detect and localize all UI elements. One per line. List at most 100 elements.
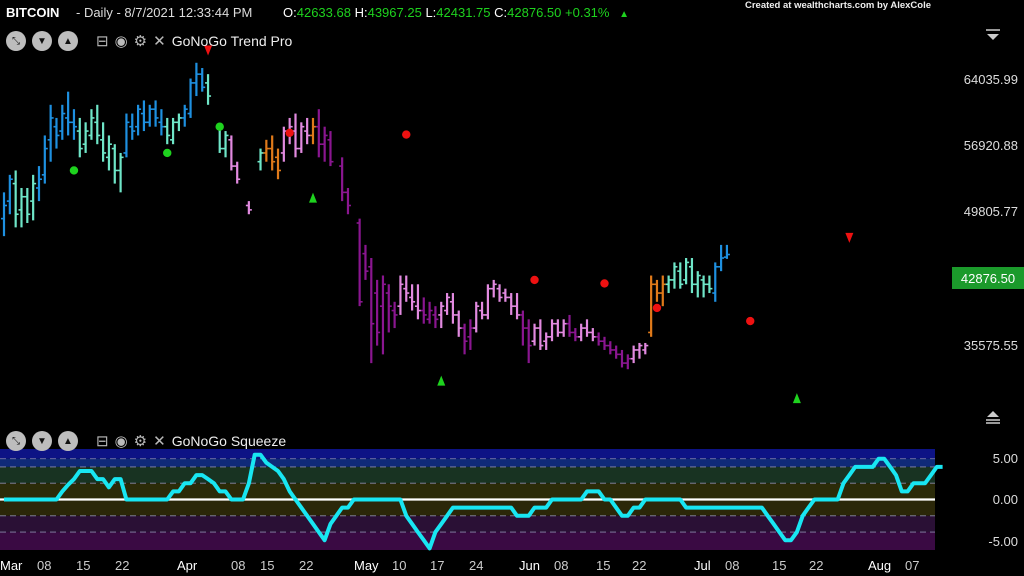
date-axis-label: Mar [0,558,23,573]
date-axis-label: 15 [76,558,91,573]
ohlc-bar [712,262,719,302]
date-axis-label: Apr [177,558,198,573]
ohlc-bar [18,187,25,228]
date-axis-label: 24 [469,558,484,573]
ohlc-bar [618,349,625,368]
date-axis-label: May [354,558,379,573]
ohlc-bar [525,319,532,364]
red-signal-dot [652,303,662,313]
ohlc-bar [653,279,660,302]
chevron-down-icon[interactable]: ▼ [32,31,52,51]
ohlc-bar [613,345,620,359]
last-price-tag: 42876.50 [952,267,1024,289]
ohlc-bar [187,78,194,118]
gear-icon[interactable]: ⚙ [134,32,147,50]
ohlc-bar [76,117,83,158]
ohlc-bar [6,174,13,215]
panel-resize-icon[interactable] [986,410,1000,424]
nogo-trend-down-triangle [845,232,854,243]
ohlc-bar [531,323,538,346]
chevron-down-icon[interactable]: ▼ [32,431,52,451]
green-signal-dot [215,122,224,131]
date-axis-label: Jul [694,558,711,573]
chevron-up-icon[interactable]: ▲ [58,31,78,51]
chart-canvas[interactable] [0,0,1024,576]
close-icon[interactable]: ✕ [153,432,166,450]
ohlc-bar [490,279,497,298]
ohlc-bar [671,262,678,289]
ohlc-bar [339,157,346,202]
date-axis-label: 15 [772,558,787,573]
ohlc-bar [298,122,305,153]
red-signal-dot [285,128,294,138]
ohlc-bar [426,301,433,324]
ohlc-bar [595,332,602,346]
green-signal-dot [163,148,172,158]
ohlc-bar [135,104,142,136]
expand-icon[interactable]: ⤡ [6,31,26,51]
collapse-icon[interactable]: ⊟ [96,32,109,50]
ohlc-bar [449,293,456,324]
expand-icon[interactable]: ⤡ [6,431,26,451]
squeeze-panel-header: ⤡ ▼ ▲ ⊟ ◉ ⚙ ✕ GoNoGo Squeeze [6,430,286,452]
price-bars [1,62,730,370]
ohlc-bar [420,297,427,324]
ohlc-bar [414,284,421,320]
close-icon[interactable]: ✕ [153,32,166,50]
date-axis-label: 08 [554,558,569,573]
squeeze-axis-tick: -5.00 [988,534,1018,549]
date-axis-label: 22 [809,558,824,573]
ohlc-bar [566,314,573,337]
green-signal-dot [69,166,79,175]
collapse-icon[interactable]: ⊟ [96,432,109,450]
ohlc-bar [374,279,381,346]
squeeze-panel-title: GoNoGo Squeeze [171,433,287,449]
ohlc-bar [665,275,672,294]
ohlc-bar [1,192,7,237]
squeeze-axis-tick: 0.00 [992,492,1018,507]
ohlc-bar [554,319,561,337]
gear-icon[interactable]: ⚙ [134,432,147,450]
ohlc-bar [304,117,311,145]
chevron-up-icon[interactable]: ▲ [58,431,78,451]
squeeze-band [0,466,935,484]
eye-icon[interactable]: ◉ [115,432,128,450]
ohlc-bar [519,310,526,346]
ohlc-bar [636,342,643,359]
ohlc-bar [158,109,165,136]
ohlc-bar [642,342,649,355]
ohlc-bar [677,262,684,289]
ohlc-bar [473,301,480,333]
date-axis-label: 15 [596,558,611,573]
price-axis-tick: 35575.55 [963,338,1018,353]
ohlc-bar [502,288,509,302]
ohlc-bar [100,122,107,162]
ohlc-bar [379,275,386,355]
ohlc-bar [706,275,713,294]
ohlc-bar [700,275,707,298]
ohlc-bar [275,148,282,180]
ohlc-bar [88,109,95,140]
ohlc-bar [560,319,567,337]
ohlc-bar [41,135,48,184]
ohlc-bar [30,174,37,221]
ohlc-bar [514,293,521,320]
ohlc-bar [432,306,439,329]
ohlc-bar [543,332,550,350]
price-axis-tick: 49805.77 [963,204,1018,219]
go-trend-up-triangle [437,375,446,386]
ohlc-bar [292,113,299,158]
date-axis-label: 22 [632,558,647,573]
ohlc-bar [723,244,730,259]
ohlc-bar [199,68,206,92]
ohlc-bar [309,117,316,145]
ohlc-bar [683,258,690,285]
ohlc-bar [385,284,392,333]
ohlc-bar [193,62,200,97]
panel-menu-icon[interactable] [986,28,1000,42]
ohlc-bar [53,117,60,149]
ohlc-bar [624,354,631,370]
ohlc-bar [630,345,637,364]
red-signal-dot [600,279,609,288]
eye-icon[interactable]: ◉ [115,32,128,50]
